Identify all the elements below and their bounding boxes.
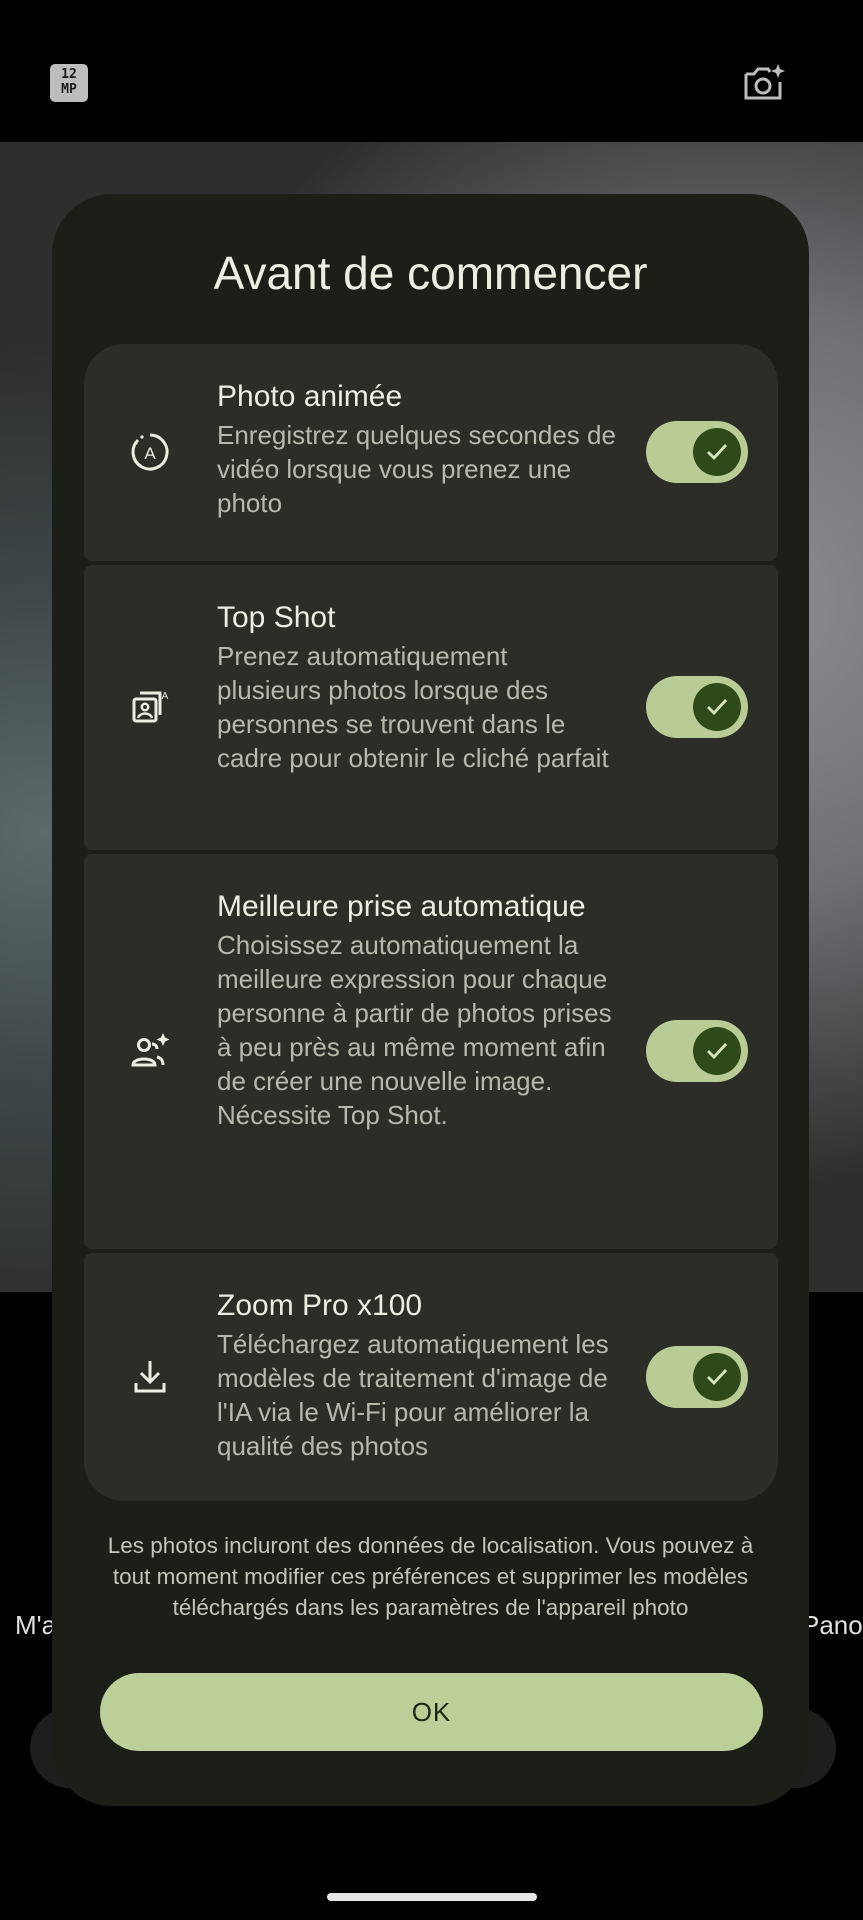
option-motion-photo[interactable]: A Photo animée Enregistrez quelques seco… [84, 344, 778, 561]
motion-photo-toggle[interactable] [646, 421, 748, 483]
option-zoom-pro[interactable]: Zoom Pro x100 Téléchargez automatiquemen… [84, 1253, 778, 1501]
motion-photo-icon: A [131, 433, 169, 471]
toggle-knob [693, 428, 741, 476]
top-shot-toggle[interactable] [646, 676, 748, 738]
camera-top-bar: 12 MP [0, 0, 863, 142]
dialog-title: Avant de commencer [213, 247, 648, 299]
camera-mode-right[interactable]: Pano [802, 1610, 863, 1641]
option-description: Enregistrez quelques secondes de vidéo l… [217, 420, 616, 518]
top-shot-icon: A [132, 691, 169, 723]
check-icon [707, 444, 728, 461]
option-description: Choisissez automatiquement la meilleure … [217, 930, 612, 1130]
zoom-pro-toggle[interactable] [646, 1346, 748, 1408]
option-title: Top Shot [217, 601, 336, 634]
screen: 12 MP M'a Pano Avant de commencer A Photo… [0, 0, 863, 1920]
megapixel-icon[interactable]: 12 MP [50, 64, 88, 102]
toggle-knob [693, 683, 741, 731]
option-top-shot[interactable]: A Top Shot Prenez automatiquement plusie… [84, 565, 778, 850]
check-icon [707, 1369, 728, 1386]
best-take-icon [131, 1033, 170, 1067]
camera-mode-left[interactable]: M'a [15, 1610, 56, 1641]
download-icon [134, 1361, 166, 1393]
toggle-knob [693, 1027, 741, 1075]
option-title: Zoom Pro x100 [217, 1289, 423, 1322]
options-list: A Photo animée Enregistrez quelques seco… [84, 344, 778, 1501]
option-description: Téléchargez automatiquement les modèles … [217, 1329, 609, 1461]
toggle-knob [693, 1353, 741, 1401]
option-title: Meilleure prise automatique [217, 890, 586, 923]
check-icon [707, 699, 728, 716]
camera-effects-icon[interactable] [740, 60, 786, 106]
check-icon [707, 1043, 728, 1060]
option-best-take[interactable]: Meilleure prise automatique Choisissez a… [84, 854, 778, 1249]
option-title: Photo animée [217, 380, 403, 413]
location-footnote: Les photos incluront des données de loca… [107, 1533, 754, 1620]
svg-text:A: A [144, 444, 156, 463]
best-take-toggle[interactable] [646, 1020, 748, 1082]
ok-button[interactable]: OK [100, 1673, 763, 1751]
option-description: Prenez automatiquement plusieurs photos … [217, 641, 609, 773]
before-you-start-dialog: Avant de commencer A Photo animée Enregi… [52, 194, 809, 1806]
svg-text:A: A [162, 691, 169, 702]
home-indicator[interactable] [327, 1893, 537, 1901]
